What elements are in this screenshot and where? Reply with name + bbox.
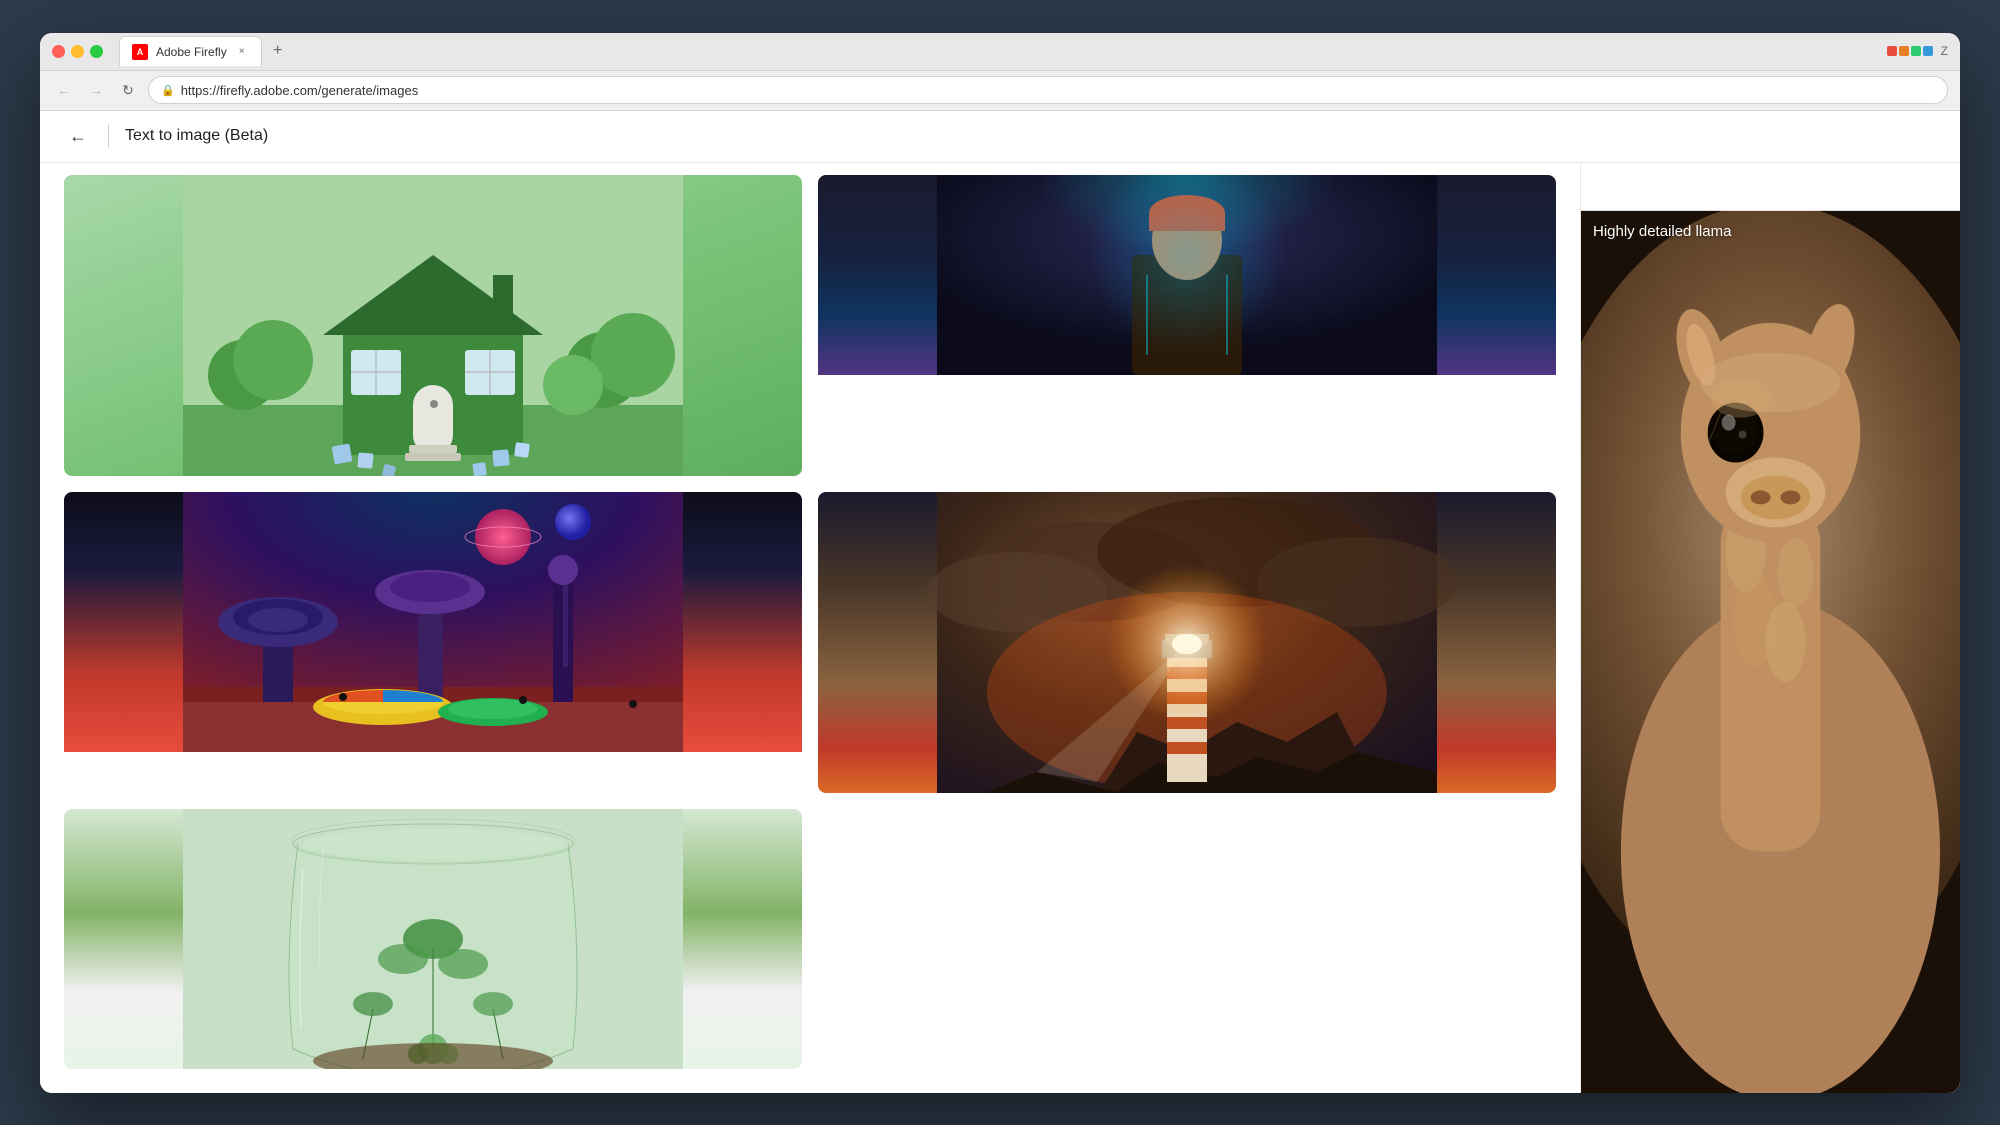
maximize-window-button[interactable] bbox=[90, 45, 103, 58]
gallery-side-panel: Highly detailed llama bbox=[1580, 163, 1960, 1093]
llama-svg bbox=[1581, 211, 1960, 1093]
terrarium-svg bbox=[64, 809, 802, 1069]
tab-adobe-firefly[interactable]: A Adobe Firefly × bbox=[119, 36, 262, 66]
browser-controls-right: Z bbox=[1887, 44, 1948, 58]
back-button[interactable]: ← bbox=[52, 78, 76, 102]
lock-icon: 🔒 bbox=[161, 84, 175, 97]
lighthouse-svg bbox=[818, 492, 1556, 793]
browser-zoom-indicator: Z bbox=[1941, 44, 1948, 58]
image-card-scifi-person[interactable] bbox=[818, 175, 1556, 476]
alien-city-svg bbox=[64, 492, 802, 752]
color-dot-3 bbox=[1911, 46, 1921, 56]
color-dot-4 bbox=[1923, 46, 1933, 56]
house-svg bbox=[64, 175, 802, 476]
header-divider bbox=[108, 124, 109, 148]
image-card-alien-city[interactable] bbox=[64, 492, 802, 793]
image-card-lighthouse[interactable] bbox=[818, 492, 1556, 793]
image-card-terrarium[interactable] bbox=[64, 809, 802, 1069]
image-card-llama[interactable]: Highly detailed llama bbox=[1581, 211, 1960, 1093]
minimize-window-button[interactable] bbox=[71, 45, 84, 58]
side-panel-input[interactable] bbox=[1597, 178, 1944, 194]
side-panel-header bbox=[1581, 163, 1960, 211]
tab-close-button[interactable]: × bbox=[235, 45, 249, 59]
tab-title: Adobe Firefly bbox=[156, 45, 227, 59]
close-window-button[interactable] bbox=[52, 45, 65, 58]
gallery-area: Highly detailed llama bbox=[40, 163, 1960, 1093]
content-area: ← Text to image (Beta) bbox=[40, 111, 1960, 1093]
llama-image-label: Highly detailed llama bbox=[1593, 223, 1731, 240]
browser-window: A Adobe Firefly × + Z ← → ↻ 🔒 https://fi… bbox=[40, 33, 1960, 1093]
adobe-logo-icon: A bbox=[132, 44, 148, 60]
traffic-lights bbox=[52, 45, 103, 58]
forward-button[interactable]: → bbox=[84, 78, 108, 102]
color-dot-1 bbox=[1887, 46, 1897, 56]
new-tab-button[interactable]: + bbox=[266, 39, 290, 63]
page-title: Text to image (Beta) bbox=[125, 127, 268, 145]
panel-content: Highly detailed llama bbox=[1581, 163, 1960, 1093]
color-profile-dots bbox=[1887, 46, 1933, 56]
gallery-main bbox=[40, 163, 1580, 1093]
tab-favicon: A bbox=[132, 44, 148, 60]
tab-area: A Adobe Firefly × + bbox=[119, 36, 1879, 66]
page-header: ← Text to image (Beta) bbox=[40, 111, 1960, 163]
image-card-house[interactable] bbox=[64, 175, 802, 476]
page-back-button[interactable]: ← bbox=[64, 122, 92, 150]
title-bar: A Adobe Firefly × + Z bbox=[40, 33, 1960, 71]
refresh-button[interactable]: ↻ bbox=[116, 78, 140, 102]
url-bar[interactable]: 🔒 https://firefly.adobe.com/generate/ima… bbox=[148, 76, 1948, 104]
address-bar: ← → ↻ 🔒 https://firefly.adobe.com/genera… bbox=[40, 71, 1960, 111]
url-text: https://firefly.adobe.com/generate/image… bbox=[181, 83, 419, 98]
color-dot-2 bbox=[1899, 46, 1909, 56]
